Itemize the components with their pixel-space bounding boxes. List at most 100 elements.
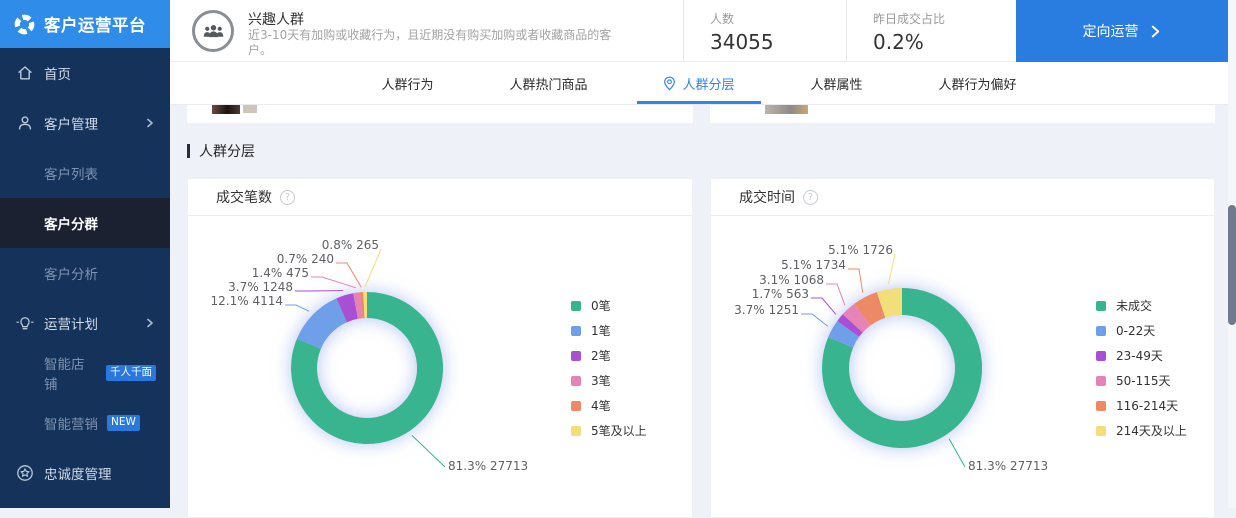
tab-label: 人群属性: [811, 74, 863, 93]
sidebar-item-label: 忠诚度管理: [44, 463, 112, 483]
help-icon[interactable]: [803, 190, 818, 205]
legend-label: 4笔: [591, 397, 611, 414]
sidebar-badge: 千人千面: [106, 365, 156, 381]
slice-label: 81.3% 27713: [448, 459, 528, 473]
chevron-right-icon: [1149, 25, 1162, 38]
label-leader-line: [826, 284, 845, 305]
legend-item-4[interactable]: 4笔: [571, 393, 647, 418]
card-title: 成交笔数: [216, 187, 272, 207]
legend-item-4[interactable]: 116-214天: [1096, 393, 1187, 418]
section-title: 人群分层: [199, 141, 255, 161]
legend-label: 未成交: [1116, 297, 1152, 314]
app-logo: 客户运营平台: [0, 0, 170, 48]
legend-item-0[interactable]: 未成交: [1096, 293, 1187, 318]
product-thumbnail: [765, 105, 808, 114]
tab-2[interactable]: 人群分层: [663, 62, 734, 104]
slice-label: 5.1% 1734: [781, 258, 846, 272]
card-title: 成交时间: [739, 187, 795, 207]
legend-item-3[interactable]: 3笔: [571, 368, 647, 393]
label-leader-line: [336, 263, 361, 287]
donut-slice-1[interactable]: [297, 298, 347, 348]
legend-label: 5笔及以上: [591, 422, 647, 439]
app-title: 客户运营平台: [44, 12, 146, 36]
sidebar-item-label: 智能营销: [44, 413, 98, 433]
legend-item-2[interactable]: 2笔: [571, 343, 647, 368]
stat-value: 0.2%: [873, 30, 1017, 54]
sidebar-item-3[interactable]: 客户分群: [0, 198, 170, 248]
legend-item-1[interactable]: 1笔: [571, 318, 647, 343]
legend-marker: [571, 376, 581, 386]
product-thumbnail: [243, 105, 257, 113]
cta-label: 定向运营: [1083, 21, 1139, 41]
chart-card-transaction-count: 成交笔数 81.3% 2771312.1% 41143.7% 12481.4% …: [187, 178, 693, 518]
tab-label: 人群行为: [381, 74, 433, 93]
slice-label: 0.7% 240: [277, 252, 334, 266]
legend-item-0[interactable]: 0笔: [571, 293, 647, 318]
sidebar-item-6[interactable]: 智能店铺千人千面: [0, 348, 170, 398]
legend-marker: [571, 301, 581, 311]
section-header: 人群分层: [187, 141, 255, 161]
donut-ring[interactable]: [291, 292, 443, 444]
label-leader-line: [888, 254, 895, 284]
legend-marker: [571, 326, 581, 336]
main-area: 兴趣人群 近3-10天有加购或收藏行为，且近期没有购买加购或者收藏商品的客户。 …: [170, 0, 1236, 508]
group-stats: 人数34055昨日成交占比0.2%: [683, 0, 1017, 62]
sidebar-item-5[interactable]: 运营计划: [0, 298, 170, 348]
legend-label: 0笔: [591, 297, 611, 314]
sidebar-item-1[interactable]: 客户管理: [0, 98, 170, 148]
vertical-scrollbar: [1228, 0, 1236, 508]
label-leader-line: [811, 298, 836, 314]
legend-item-5[interactable]: 214天及以上: [1096, 418, 1187, 443]
legend-item-2[interactable]: 23-49天: [1096, 343, 1187, 368]
stat-value: 34055: [710, 30, 846, 54]
user-icon: [16, 114, 34, 132]
slice-label: 5.1% 1726: [828, 243, 893, 257]
sidebar-item-label: 客户分群: [44, 213, 98, 233]
group-profile-bar: 兴趣人群 近3-10天有加购或收藏行为，且近期没有购买加购或者收藏商品的客户。 …: [170, 0, 1228, 62]
loyalty-icon: [16, 464, 34, 482]
sidebar: 客户运营平台 首页客户管理客户列表客户分群客户分析运营计划智能店铺千人千面智能营…: [0, 0, 170, 508]
stat-1: 昨日成交占比0.2%: [846, 0, 1017, 62]
legend-label: 1笔: [591, 322, 611, 339]
label-leader-line: [848, 269, 863, 293]
legend-item-3[interactable]: 50-115天: [1096, 368, 1187, 393]
slice-label: 12.1% 4114: [211, 294, 283, 308]
card-title-row: 成交笔数: [188, 179, 692, 216]
chart-legend: 未成交 0-22天 23-49天50-115天 116-214天 214天及以上: [1096, 293, 1187, 443]
tab-1[interactable]: 人群热门商品: [509, 62, 587, 104]
donut-ring[interactable]: [822, 288, 982, 448]
people-group-icon: [201, 23, 226, 40]
label-leader-line: [801, 314, 828, 326]
slice-label: 3.7% 1251: [734, 303, 799, 317]
slice-label: 3.1% 1068: [759, 273, 824, 287]
label-leader-line: [285, 305, 309, 311]
sidebar-item-7[interactable]: 智能营销NEW: [0, 398, 170, 448]
tab-bar: 人群行为 人群热门商品 人群分层 人群属性 人群行为偏好: [170, 62, 1228, 105]
tab-3[interactable]: 人群属性: [811, 62, 863, 104]
sidebar-item-label: 首页: [44, 63, 71, 83]
tab-label: 人群分层: [682, 74, 734, 93]
legend-marker: [571, 401, 581, 411]
scrollbar-thumb[interactable]: [1228, 205, 1236, 325]
targeted-operation-button[interactable]: 定向运营: [1016, 0, 1228, 62]
sidebar-nav: 首页客户管理客户列表客户分群客户分析运营计划智能店铺千人千面智能营销NEW 忠诚度…: [0, 48, 170, 498]
sidebar-item-0[interactable]: 首页: [0, 48, 170, 98]
sidebar-item-2[interactable]: 客户列表: [0, 148, 170, 198]
chevron-right-icon: [144, 317, 156, 329]
legend-label: 0-22天: [1116, 322, 1155, 339]
legend-label: 3笔: [591, 372, 611, 389]
tab-0[interactable]: 人群行为: [381, 62, 433, 104]
sidebar-item-8[interactable]: 忠诚度管理: [0, 448, 170, 498]
legend-label: 116-214天: [1116, 397, 1178, 414]
legend-item-1[interactable]: 0-22天: [1096, 318, 1187, 343]
help-icon[interactable]: [280, 190, 295, 205]
group-description: 近3-10天有加购或收藏行为，且近期没有购买加购或者收藏商品的客户。: [248, 28, 630, 58]
chart-legend: 0笔 1笔 2笔 3笔 4笔 5笔及以上: [571, 293, 647, 443]
home-icon: [16, 64, 34, 82]
sidebar-item-label: 运营计划: [44, 313, 98, 333]
pinwheel-logo-icon: [13, 13, 36, 36]
legend-item-5[interactable]: 5笔及以上: [571, 418, 647, 443]
slice-label: 81.3% 27713: [968, 459, 1048, 473]
sidebar-item-4[interactable]: 客户分析: [0, 248, 170, 298]
tab-4[interactable]: 人群行为偏好: [939, 62, 1017, 104]
